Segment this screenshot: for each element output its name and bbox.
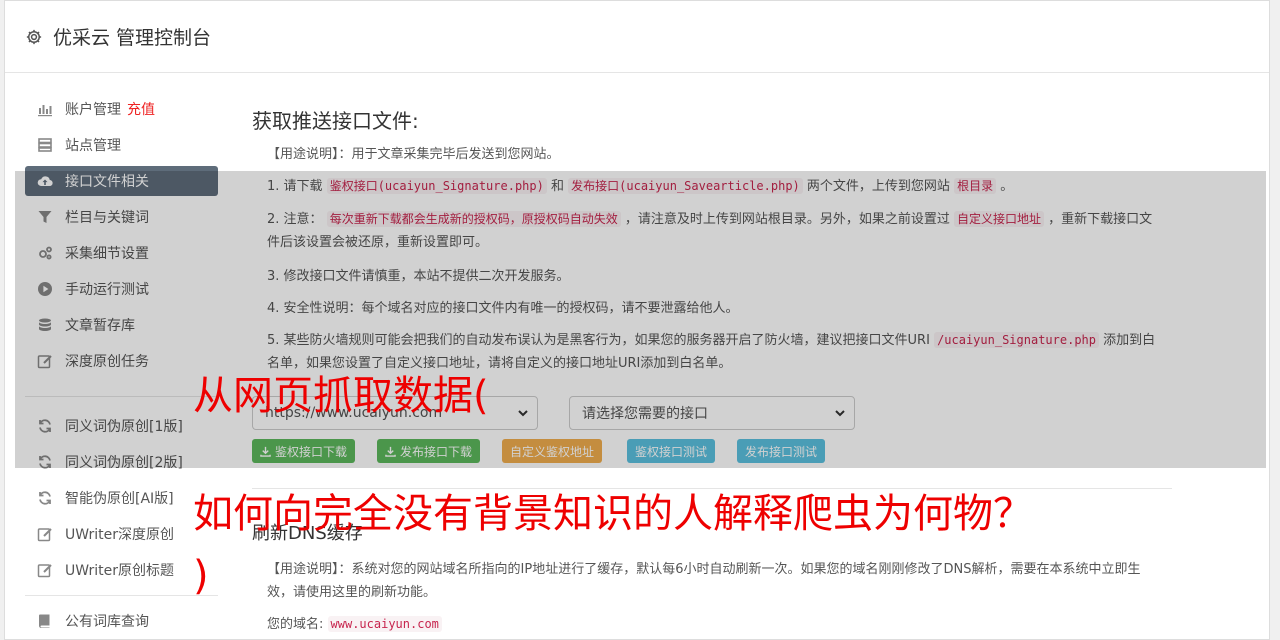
- instruction-text: 和: [551, 179, 565, 194]
- watermark-line-3: ): [193, 553, 209, 599]
- button-label: 发布接口测试: [745, 444, 818, 459]
- sidebar-item-label: 账户管理: [65, 102, 121, 118]
- sidebar-item-uwriter-title[interactable]: UWriter原创标题: [25, 555, 218, 585]
- usage-text: ：系统对您的网站域名所指向的IP地址进行了缓存，默认每6小时自动刷新一次。如果您…: [267, 562, 1141, 600]
- sidebar-item-synonym-v1[interactable]: 同义词伪原创[1版]: [25, 411, 218, 441]
- usage-label: 【用途说明】: [267, 562, 339, 577]
- publish-interface-test-button[interactable]: 发布接口测试: [737, 439, 826, 463]
- section-title-interface-files: 获取推送接口文件:: [252, 109, 419, 133]
- sidebar-item-label: 公有词库查询: [65, 614, 149, 630]
- custom-auth-address-button[interactable]: 自定义鉴权地址: [502, 439, 603, 463]
- instruction-text: 5. 某些防火墙规则可能会把我们的自动发布误认为是黑客行为，如果您的服务器开启了…: [267, 333, 930, 348]
- edit-icon: [37, 564, 52, 578]
- sidebar-item-uwriter-deep[interactable]: UWriter深度原创: [25, 519, 218, 549]
- interface-select-value: 请选择您需要的接口: [582, 406, 708, 422]
- sidebar-item-sites[interactable]: 站点管理: [25, 130, 218, 160]
- instruction-text: ，请注意及时上传到网站根目录。另外，如果之前设置过: [624, 212, 950, 227]
- chevron-down-icon: [518, 410, 528, 417]
- instruction-text: 1. 请下载: [267, 179, 323, 194]
- edit-icon: [37, 355, 52, 369]
- refresh-icon: [39, 491, 51, 505]
- book-icon: [39, 614, 50, 628]
- sidebar-item-label: 采集细节设置: [65, 246, 149, 262]
- chevron-down-icon: [835, 410, 845, 417]
- watermark-line-2: 如何向完全没有背景知识的人解释爬虫为何物？: [193, 491, 1033, 537]
- instruction-item-5: 5. 某些防火墙规则可能会把我们的自动发布误认为是黑客行为，如果您的服务器开启了…: [267, 329, 1157, 375]
- domain-row: 您的域名: www.ucaiyun.com: [267, 613, 1157, 636]
- sidebar-item-collect-settings[interactable]: 采集细节设置: [25, 238, 218, 268]
- sidebar-item-account[interactable]: 账户管理 充值: [25, 94, 218, 124]
- refresh-icon: [39, 419, 51, 433]
- usage-label: 【用途说明】: [267, 147, 339, 162]
- sidebar-item-label: 栏目与关键词: [65, 210, 149, 226]
- button-label: 发布接口下载: [400, 444, 473, 459]
- code-signature-uri: /ucaiyun_Signature.php: [934, 332, 1100, 348]
- watermark-line-1: 从网页抓取数据(: [193, 373, 489, 419]
- code-warning: 每次重新下载都会生成新的授权码，原授权码自动失效: [326, 211, 621, 227]
- domain-value: www.ucaiyun.com: [327, 616, 442, 632]
- publish-interface-download-button[interactable]: 发布接口下载: [377, 439, 481, 463]
- refresh-icon: [39, 455, 51, 469]
- auth-interface-download-button[interactable]: 鉴权接口下载: [252, 439, 356, 463]
- sidebar-item-label: UWriter深度原创: [65, 527, 174, 543]
- sidebar-item-manual-run[interactable]: 手动运行测试: [25, 274, 218, 304]
- sidebar-item-label: 文章暂存库: [65, 318, 135, 334]
- code-custom-address: 自定义接口地址: [954, 211, 1045, 227]
- sidebar-item-deep-original[interactable]: 深度原创任务: [25, 346, 218, 376]
- sidebar-item-label: UWriter原创标题: [65, 563, 174, 579]
- sidebar-item-public-thesaurus[interactable]: 公有词库查询: [25, 606, 218, 636]
- database-icon: [39, 318, 51, 331]
- download-icon: [385, 446, 396, 457]
- sidebar-item-label: 同义词伪原创[1版]: [65, 419, 183, 435]
- button-label: 鉴权接口下载: [275, 444, 348, 459]
- instruction-text: 2. 注意：: [267, 212, 323, 227]
- cloud-upload-icon: [37, 176, 53, 187]
- instruction-item-1: 1. 请下载 鉴权接口(ucaiyun_Signature.php) 和 发布接…: [267, 175, 1157, 198]
- sidebar-item-label: 智能伪原创[AI版]: [65, 491, 174, 507]
- interface-select[interactable]: 请选择您需要的接口: [569, 396, 855, 430]
- instruction-item-3: 3. 修改接口文件请慎重，本站不提供二次开发服务。: [267, 269, 570, 284]
- sidebar-item-synonym-v2[interactable]: 同义词伪原创[2版]: [25, 447, 218, 477]
- sidebar-item-label: 手动运行测试: [65, 282, 149, 298]
- gears-icon: [39, 246, 52, 260]
- usage-description: 【用途说明】：用于文章采集完毕后发送到您网站。: [267, 143, 1157, 166]
- play-circle-icon: [38, 282, 52, 296]
- instruction-text: 。: [1000, 179, 1014, 194]
- sidebar-item-ai-rewrite[interactable]: 智能伪原创[AI版]: [25, 483, 218, 513]
- sidebar-item-label: 同义词伪原创[2版]: [65, 455, 183, 471]
- auth-interface-test-button[interactable]: 鉴权接口测试: [627, 439, 716, 463]
- sidebar-item-columns-keywords[interactable]: 栏目与关键词: [25, 202, 218, 232]
- recharge-link[interactable]: 充值: [127, 99, 155, 119]
- code-publish-interface: 发布接口(ucaiyun_Savearticle.php): [568, 178, 803, 194]
- instruction-text: 两个文件，上传到您网站: [806, 179, 950, 194]
- sidebar-item-label: 接口文件相关: [65, 174, 149, 190]
- section-divider: [252, 488, 1172, 489]
- sidebar-item-label: 深度原创任务: [65, 354, 149, 370]
- download-icon: [260, 446, 271, 457]
- sidebar-item-interface-files[interactable]: 接口文件相关: [25, 166, 218, 196]
- button-label: 鉴权接口测试: [635, 444, 708, 459]
- dns-usage-description: 【用途说明】：系统对您的网站域名所指向的IP地址进行了缓存，默认每6小时自动刷新…: [267, 558, 1157, 604]
- sidebar-divider: [25, 396, 218, 397]
- console-panel: 优采云 管理控制台 账户管理 充值 站点管理 接口文件相关 栏目与关键词 采集细…: [4, 0, 1270, 640]
- instruction-item-4: 4. 安全性说明：每个域名对应的接口文件内有唯一的授权码，请不要泄露给他人。: [267, 301, 739, 316]
- sidebar-item-article-storage[interactable]: 文章暂存库: [25, 310, 218, 340]
- filter-icon: [38, 211, 52, 223]
- sidebar-item-label: 站点管理: [65, 138, 121, 154]
- gear-icon: [26, 29, 42, 44]
- bar-chart-icon: [38, 105, 52, 117]
- usage-text: ：用于文章采集完毕后发送到您网站。: [338, 147, 560, 162]
- domain-label: 您的域名:: [267, 617, 324, 632]
- instruction-item-2: 2. 注意： 每次重新下载都会生成新的授权码，原授权码自动失效 ，请注意及时上传…: [267, 208, 1157, 254]
- edit-icon: [37, 528, 52, 542]
- sidebar-nav: 账户管理 充值 站点管理 接口文件相关 栏目与关键词 采集细节设置 手动运行测试…: [25, 94, 218, 640]
- code-auth-interface: 鉴权接口(ucaiyun_Signature.php): [326, 178, 547, 194]
- code-root-dir: 根目录: [954, 178, 997, 194]
- button-label: 自定义鉴权地址: [510, 444, 595, 459]
- sidebar-divider: [25, 595, 218, 596]
- server-icon: [38, 138, 52, 152]
- app-title: 优采云 管理控制台: [53, 27, 212, 49]
- app-header: 优采云 管理控制台: [5, 1, 1269, 73]
